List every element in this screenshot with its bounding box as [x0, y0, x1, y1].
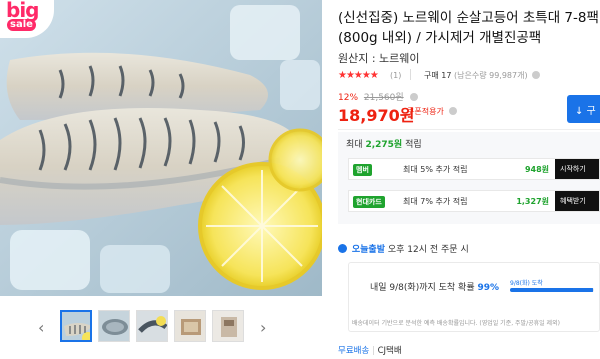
reward-header: 최대 2,275원 적립: [346, 137, 422, 150]
arrival-estimate: 내일 9/8(화)까지 도착 확률 99%: [370, 280, 499, 293]
arrival-text: 내일 9/8(화)까지 도착 확률: [370, 283, 475, 293]
thumbnail[interactable]: [136, 310, 168, 342]
reward-desc: 최대 7% 추가 적립: [403, 197, 468, 206]
divider: [410, 69, 411, 80]
review-count[interactable]: (1): [390, 71, 401, 80]
divider: [338, 129, 600, 130]
reward-desc: 최대 5% 추가 적립: [403, 165, 468, 174]
membership-start-button[interactable]: 시작하기: [555, 159, 599, 179]
reward-value: 1,327원: [516, 197, 549, 206]
sale-price: 18,970원: [338, 106, 415, 125]
reward-head-label: 최대: [346, 140, 363, 150]
thumbnail[interactable]: [60, 310, 92, 342]
thumbnail[interactable]: [174, 310, 206, 342]
thumbnail-strip: ‹ ›: [34, 310, 274, 348]
chevron-right-icon[interactable]: ›: [260, 318, 266, 337]
arrival-probability-fill: [510, 288, 594, 292]
free-shipping-label: 무료배송: [338, 346, 370, 356]
product-title: (신선집중) 노르웨이 순살고등어 초특대 7-8팩(800g 내외) / 가시…: [338, 10, 599, 46]
card-benefit-button[interactable]: 혜택받기: [555, 191, 599, 211]
divider: |: [371, 346, 375, 356]
purchase-button[interactable]: ↓ 구: [567, 95, 600, 123]
arrival-note: 배송데이터 기반으로 분석한 예측 배송확률입니다. (영업일 기준, 주말/공…: [352, 320, 560, 327]
delivery-cutoff: 오후 12시 전 주문 시: [387, 245, 469, 255]
membership-badge: 멤버: [353, 164, 372, 176]
info-icon[interactable]: [532, 71, 541, 79]
reward-head-suffix: 적립: [405, 140, 422, 150]
arrival-probability-bar: [510, 288, 594, 292]
thumbnail[interactable]: [98, 310, 130, 342]
info-icon[interactable]: [409, 93, 418, 101]
reward-value: 948원: [524, 165, 549, 174]
thumbnail[interactable]: [212, 310, 244, 342]
product-main-image[interactable]: big sale: [0, 0, 322, 296]
big-sale-sale-text: sale: [7, 19, 36, 31]
clock-icon: [338, 244, 347, 253]
reward-row-membership: 멤버 최대 5% 추가 적립 948원 시작하기: [348, 158, 600, 180]
rating-stars-icon[interactable]: ★★★★★: [338, 70, 379, 81]
chevron-left-icon[interactable]: ‹: [38, 318, 44, 337]
delivery-info: 오늘출발 오후 12시 전 주문 시: [338, 242, 469, 255]
purchase-label: 구매 17: [424, 71, 452, 80]
coupon-price-label: 쿠폰적용가: [407, 106, 458, 117]
carrier-name: CJ택배: [377, 346, 402, 356]
reward-row-hyundai-card: 현대카드 최대 7% 추가 적립 1,327원 혜택받기: [348, 190, 600, 212]
info-icon[interactable]: [449, 107, 458, 115]
arrival-date-tag: 9/8(화) 도착: [510, 280, 543, 287]
purchase-count: 구매 17 (남은수량 99,987개): [424, 70, 541, 81]
remaining-stock: (남은수량 99,987개): [454, 71, 528, 80]
delivery-type: 오늘출발: [351, 245, 385, 255]
arrival-percent: 99%: [477, 283, 500, 293]
coupon-price-text: 쿠폰적용가: [407, 107, 444, 116]
product-origin: 원산지 : 노르웨이: [338, 52, 420, 65]
shipping-info: 무료배송 | CJ택배: [338, 344, 402, 356]
reward-head-amount: 2,275원: [365, 140, 403, 150]
card-badge: 현대카드: [353, 196, 385, 208]
